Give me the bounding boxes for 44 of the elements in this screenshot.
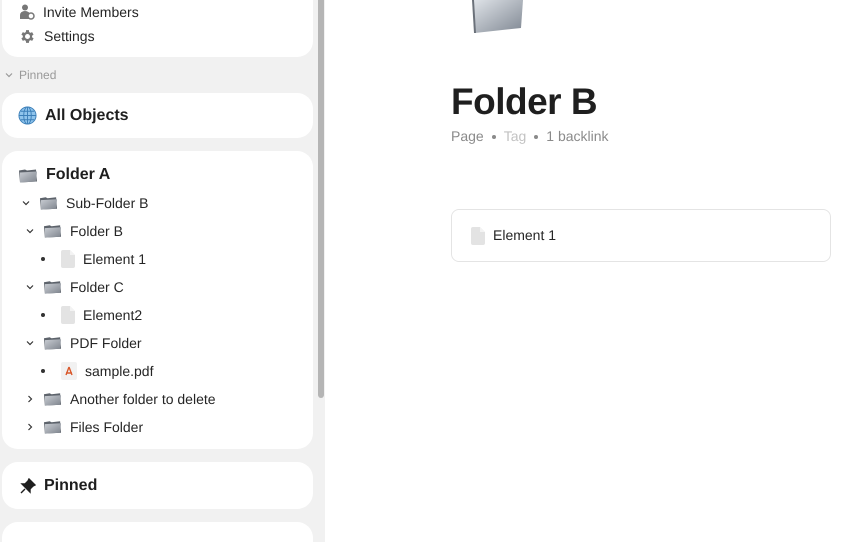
item-card[interactable]: Element 1 [451,209,831,262]
document-icon [471,226,485,244]
bullet-icon [41,369,45,373]
document-icon [61,250,75,268]
item-label: Element 1 [493,226,556,245]
tree-item[interactable]: Folder C [70,276,124,298]
tree-item[interactable]: PDF Folder [70,332,142,354]
folder-icon [43,419,62,435]
chevron-right-icon[interactable] [25,422,35,432]
pdf-icon [61,362,77,380]
chevron-down-icon[interactable] [21,198,31,208]
menu-item[interactable]: Settings [44,26,95,48]
tree-item[interactable]: sample.pdf [85,360,154,382]
tree-item[interactable]: Sub-Folder B [66,192,148,214]
tree-item[interactable]: Element 1 [83,248,146,270]
gear-icon [19,28,36,46]
scrollbar-thumb[interactable] [318,0,324,398]
folder-icon [43,223,62,239]
menu-item[interactable]: Invite Members [43,2,139,23]
pinned-card[interactable]: Pinned [2,462,313,509]
tree-item[interactable]: Files Folder [70,416,144,438]
all-objects-card[interactable]: All Objects [2,93,313,138]
folder-icon [18,166,38,184]
tree-item[interactable]: Element2 [83,304,142,326]
page-title: Folder B [451,80,598,124]
globe-icon [18,106,37,125]
tree-item[interactable]: Folder B [70,220,123,242]
card-title[interactable]: Folder A [46,163,110,187]
folder-icon [39,195,58,211]
card-title: Pinned [44,476,98,496]
chevron-right-icon[interactable] [25,394,35,404]
chevron-down-icon[interactable] [25,338,35,348]
chevron-down-icon[interactable] [25,226,35,236]
bullet-icon [41,313,45,317]
chevron-down-icon[interactable] [25,282,35,292]
card-title: All Objects [45,106,129,126]
folder-icon [43,335,62,351]
bullet-icon [41,257,45,261]
folder-icon [43,391,62,407]
folder-icon [43,279,62,295]
pin-icon [20,478,36,494]
person-add-icon [19,4,35,20]
tree-item[interactable]: Another folder to delete [70,388,216,410]
document-icon [61,306,75,324]
